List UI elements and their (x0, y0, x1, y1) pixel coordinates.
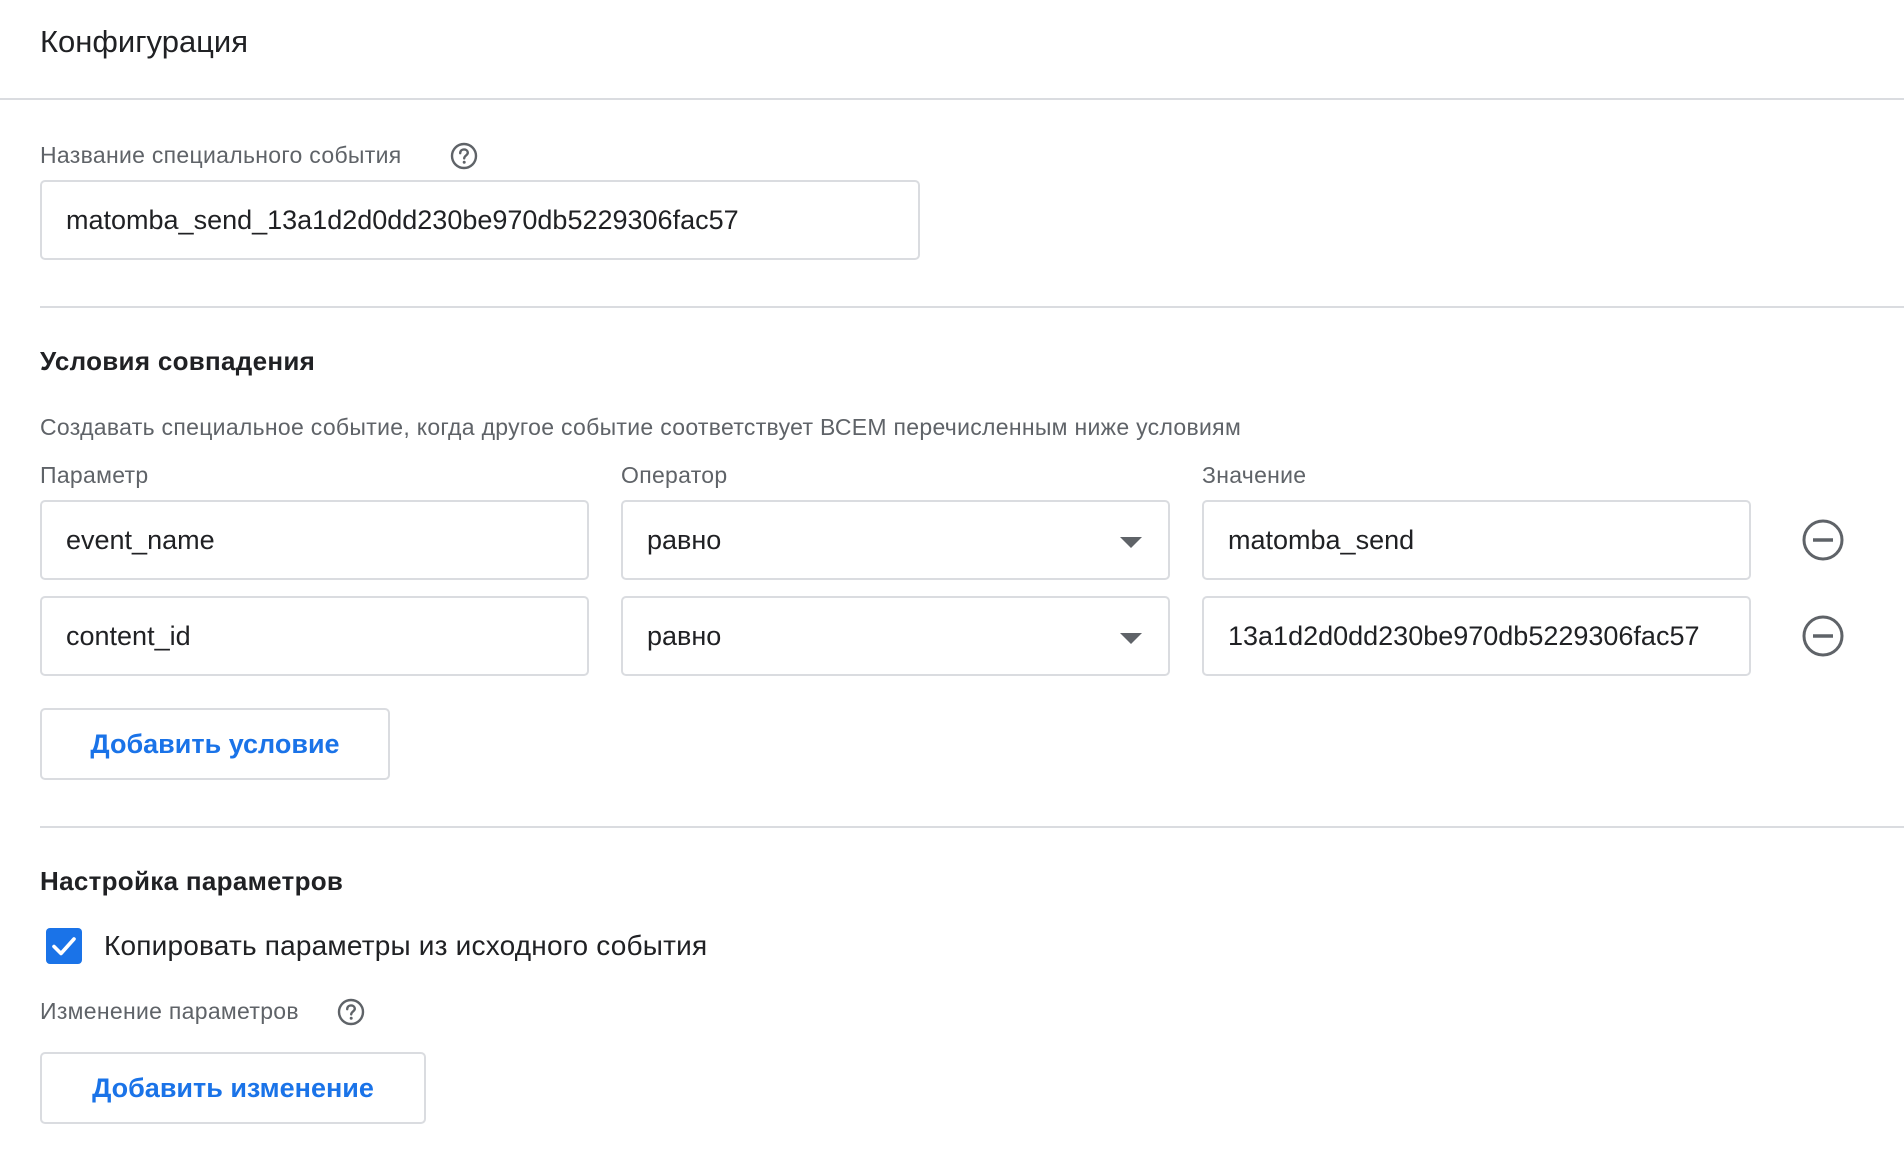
condition-operator-select[interactable]: равно (621, 596, 1170, 676)
condition-operator-value: равно (647, 621, 722, 651)
conditions-description: Создавать специальное событие, когда дру… (40, 414, 1242, 440)
condition-operator-value: равно (647, 525, 722, 555)
event-name-input[interactable]: matomba_send_13a1d2d0dd230be970db5229306… (40, 180, 920, 260)
add-modification-button[interactable]: Добавить изменение (40, 1052, 426, 1124)
copy-parameters-checkbox[interactable] (46, 928, 82, 964)
column-header-parameter: Параметр (40, 462, 149, 488)
dropdown-arrow-icon (1120, 537, 1142, 548)
column-header-value: Значение (1202, 462, 1307, 488)
condition-operator-select[interactable]: равно (621, 500, 1170, 580)
condition-parameter-input[interactable]: event_name (40, 500, 589, 580)
modify-parameters-label: Изменение параметров (40, 998, 299, 1024)
column-header-operator: Оператор (621, 462, 728, 488)
minus-circle-icon[interactable] (1801, 518, 1845, 562)
conditions-title: Условия совпадения (40, 346, 316, 376)
condition-value-input[interactable]: matomba_send (1202, 500, 1751, 580)
event-name-label: Название специального события (40, 142, 402, 168)
help-circle-icon[interactable] (337, 998, 365, 1026)
page-title: Конфигурация (40, 24, 249, 59)
divider (40, 306, 1904, 308)
condition-value-input[interactable]: 13a1d2d0dd230be970db5229306fac57 (1202, 596, 1751, 676)
help-circle-icon[interactable] (450, 142, 478, 170)
dropdown-arrow-icon (1120, 633, 1142, 644)
divider (40, 826, 1904, 828)
checkmark-icon (52, 937, 76, 956)
minus-circle-icon[interactable] (1801, 614, 1845, 658)
parameter-settings-title: Настройка параметров (40, 866, 344, 896)
add-condition-button[interactable]: Добавить условие (40, 708, 390, 780)
condition-parameter-input[interactable]: content_id (40, 596, 589, 676)
copy-parameters-label[interactable]: Копировать параметры из исходного событи… (104, 928, 707, 964)
header-bar: Конфигурация (0, 0, 1904, 100)
